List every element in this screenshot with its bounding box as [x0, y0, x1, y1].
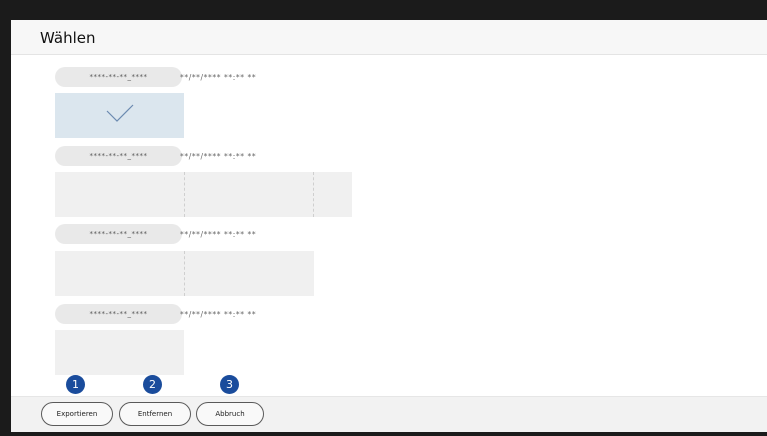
- thumbnail-divider: [184, 251, 185, 296]
- group-label: ****-**-**_****: [55, 224, 182, 244]
- check-icon: [106, 104, 134, 122]
- title-bar: Wählen: [11, 20, 767, 55]
- group-date: **/**/**** **:** **: [180, 152, 257, 161]
- group-date: **/**/**** **:** **: [180, 73, 257, 82]
- content-list: ****-**-**_**** **/**/**** **:** ** ****…: [11, 55, 767, 396]
- group-label: ****-**-**_****: [55, 146, 182, 166]
- select-dialog: Wählen ****-**-**_**** **/**/**** **:** …: [11, 20, 767, 432]
- callout-badge-2: 2: [143, 375, 162, 394]
- page-title: Wählen: [40, 29, 96, 47]
- cancel-button[interactable]: Abbruch: [196, 402, 264, 426]
- export-button[interactable]: Exportieren: [41, 402, 113, 426]
- callout-badge-1: 1: [66, 375, 85, 394]
- callout-badge-3: 3: [220, 375, 239, 394]
- content-thumbnail[interactable]: [55, 251, 184, 296]
- group-label: ****-**-**_****: [55, 304, 182, 324]
- content-thumbnail[interactable]: [55, 172, 184, 217]
- device-frame: Wählen ****-**-**_**** **/**/**** **:** …: [0, 0, 767, 436]
- content-thumbnail[interactable]: [313, 172, 352, 217]
- content-thumbnail[interactable]: [55, 330, 184, 375]
- footer-bar: Exportieren Entfernen Abbruch: [11, 396, 767, 432]
- content-thumbnail-selected[interactable]: [55, 93, 184, 138]
- remove-button[interactable]: Entfernen: [119, 402, 191, 426]
- content-thumbnail[interactable]: [184, 251, 314, 296]
- thumbnail-divider: [184, 172, 185, 217]
- group-date: **/**/**** **:** **: [180, 230, 257, 239]
- thumbnail-divider: [313, 172, 314, 217]
- group-label: ****-**-**_****: [55, 67, 182, 87]
- content-thumbnail[interactable]: [184, 172, 313, 217]
- group-date: **/**/**** **:** **: [180, 310, 257, 319]
